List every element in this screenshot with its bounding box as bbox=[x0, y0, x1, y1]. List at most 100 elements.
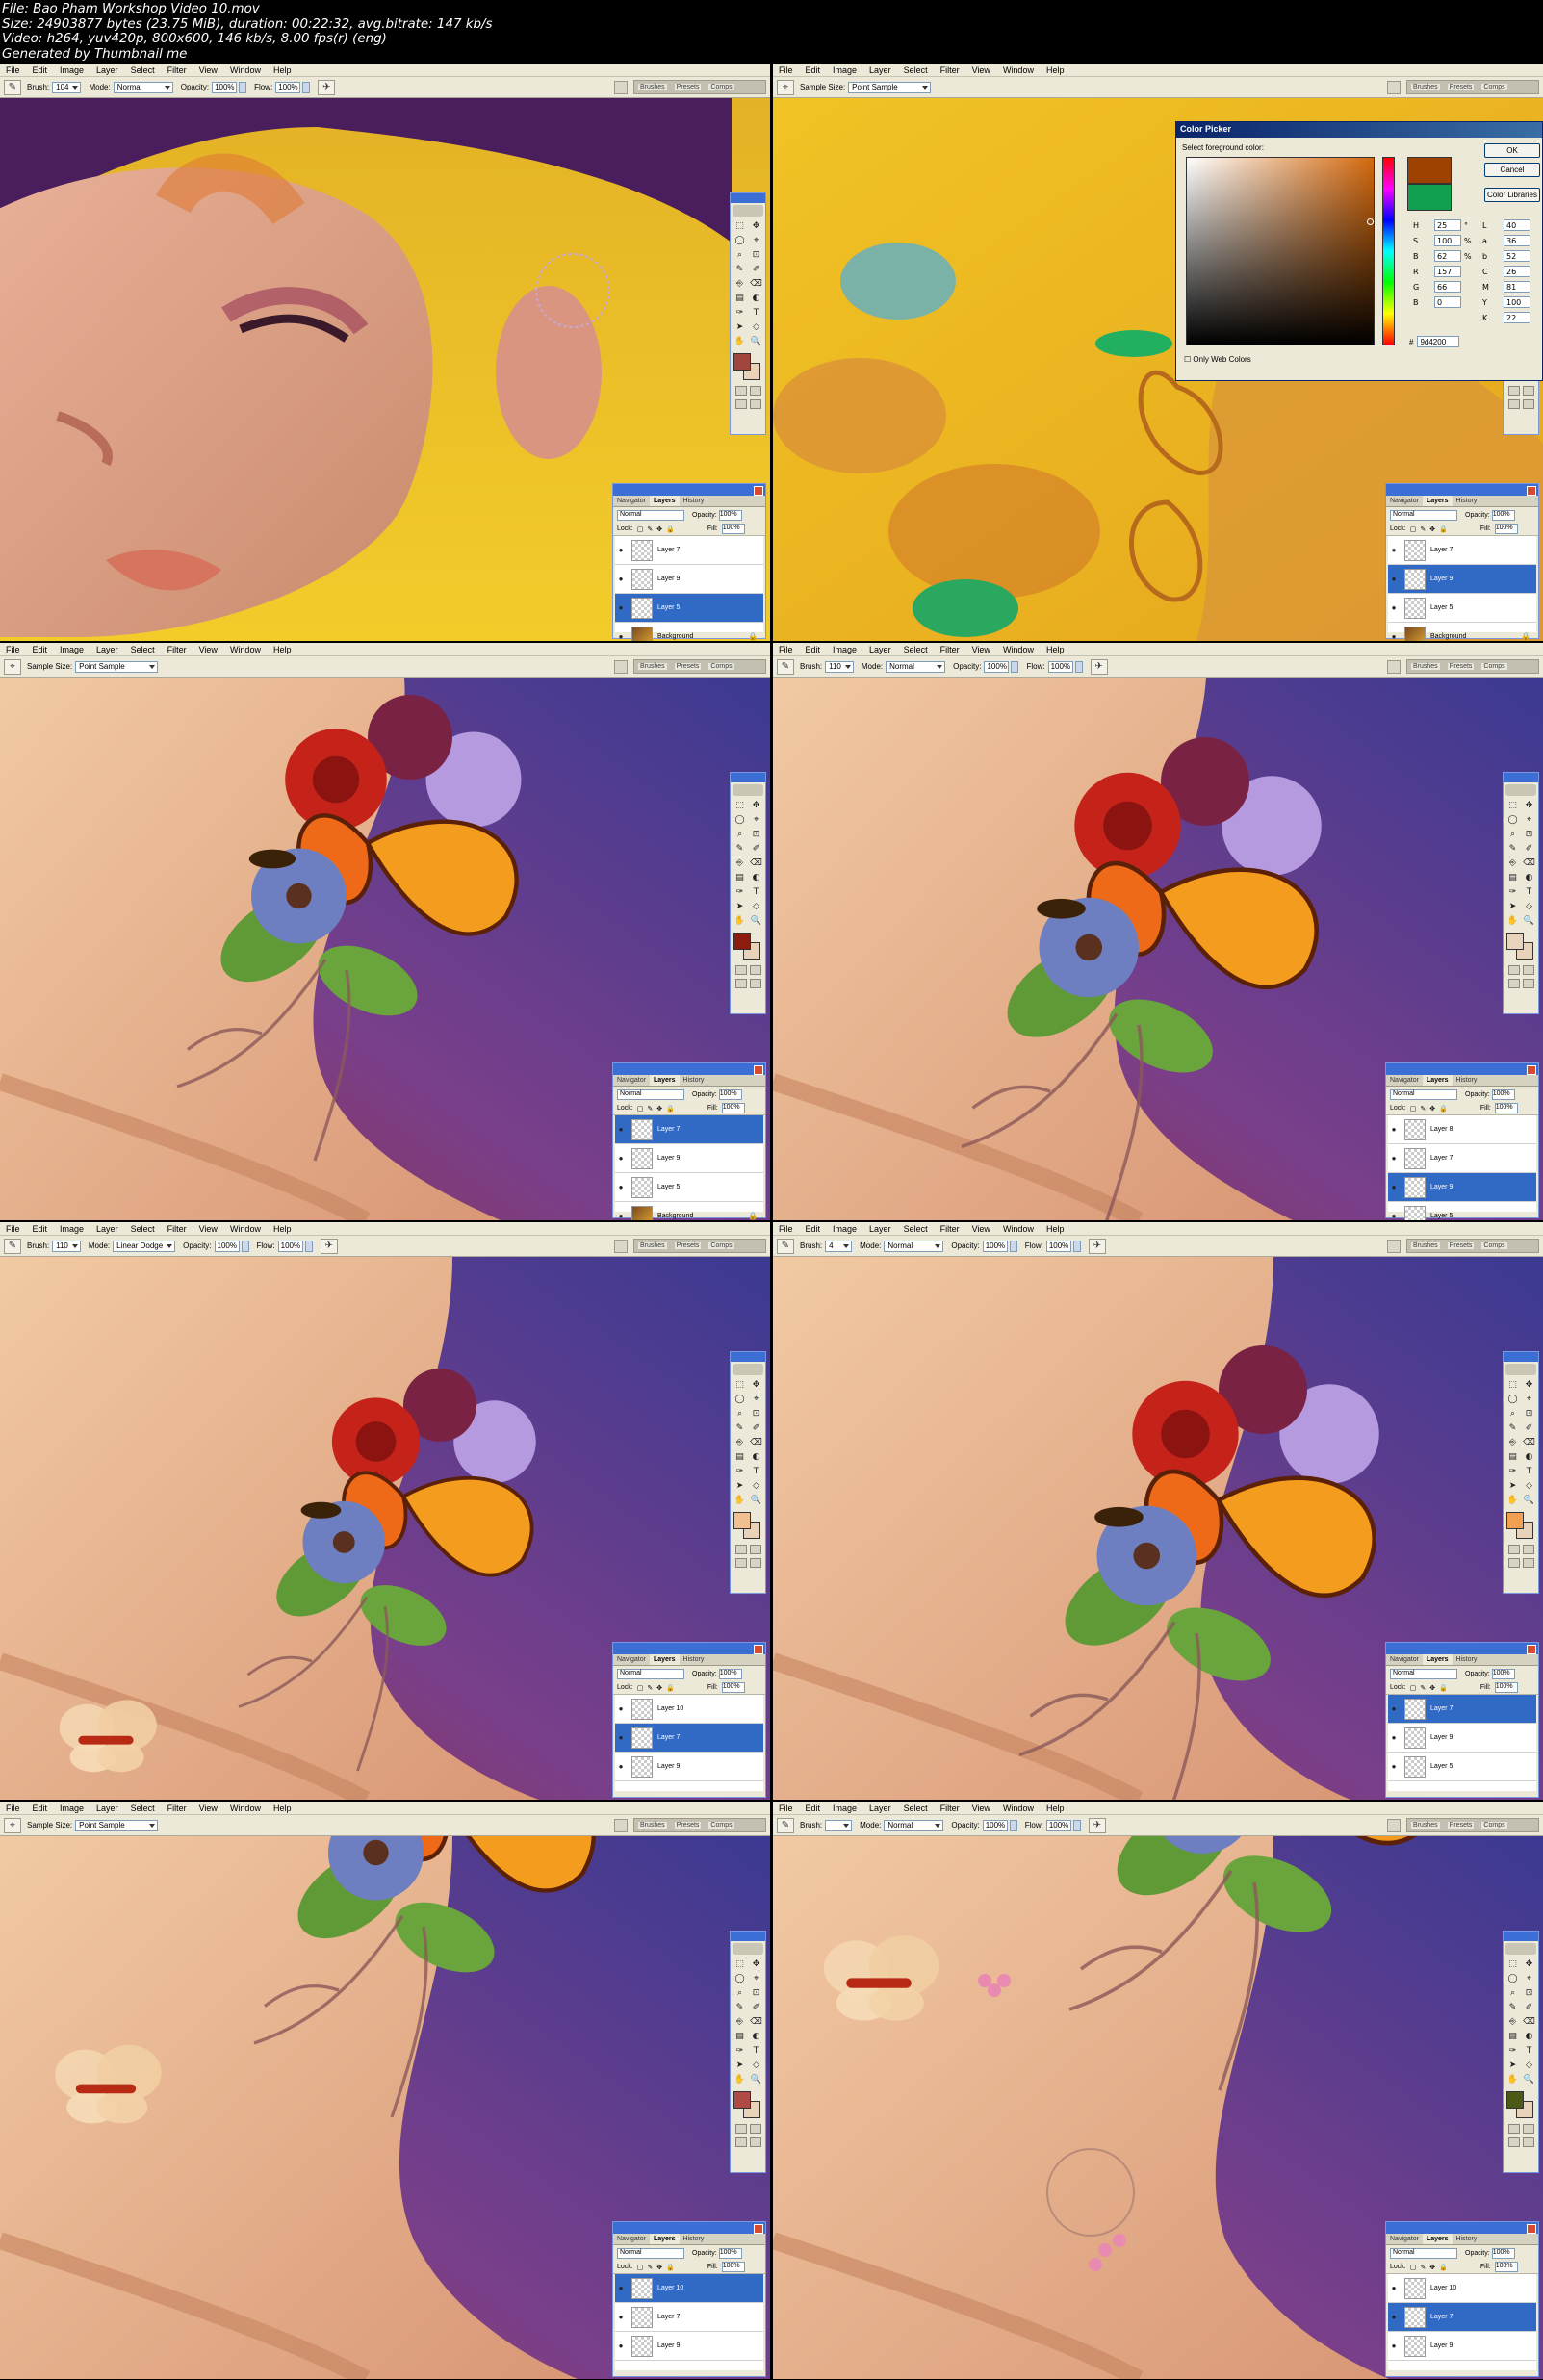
photoshop-logo[interactable] bbox=[1505, 1943, 1536, 1955]
quick-mask-button[interactable] bbox=[1522, 386, 1534, 396]
fill-field[interactable]: 100% bbox=[721, 2262, 745, 2272]
brush-size-picker[interactable]: 104 bbox=[52, 81, 82, 93]
tool-18-icon[interactable]: 🔍 bbox=[749, 1494, 763, 1506]
tab-history[interactable]: History bbox=[680, 1654, 708, 1665]
visibility-eye-icon[interactable]: ● bbox=[1388, 1183, 1400, 1191]
visibility-eye-icon[interactable]: ● bbox=[1388, 1704, 1400, 1713]
tool-16-icon[interactable]: ◇ bbox=[1522, 2059, 1536, 2071]
tab-layers[interactable]: Layers bbox=[1422, 496, 1453, 506]
tool-13-icon[interactable]: ✑ bbox=[733, 885, 747, 898]
tab-history[interactable]: History bbox=[680, 496, 708, 506]
lock-all-icon[interactable]: 🔒 bbox=[666, 525, 675, 533]
palette-well-tab-presets[interactable]: Presets bbox=[674, 1242, 702, 1249]
blue-field[interactable]: 0 bbox=[1434, 296, 1461, 308]
tool-3-icon[interactable]: ◯ bbox=[1505, 1393, 1520, 1405]
tab-layers[interactable]: Layers bbox=[649, 496, 680, 506]
screen-mode-standard-button[interactable] bbox=[1507, 979, 1520, 988]
menu-item-window[interactable]: Window bbox=[1003, 1804, 1034, 1813]
tab-layers[interactable]: Layers bbox=[1422, 1654, 1453, 1665]
screen-mode-full-button[interactable] bbox=[749, 2137, 761, 2147]
layer-row[interactable]: ● Layer 10 bbox=[1388, 2274, 1536, 2303]
menu-item-layer[interactable]: Layer bbox=[96, 1804, 118, 1813]
visibility-eye-icon[interactable]: ● bbox=[1388, 2342, 1400, 2350]
visibility-eye-icon[interactable]: ● bbox=[1388, 1154, 1400, 1163]
layer-opacity-field[interactable]: 100% bbox=[718, 509, 742, 521]
menu-item-select[interactable]: Select bbox=[904, 1224, 928, 1234]
lock-brush-icon[interactable]: ✎ bbox=[647, 1105, 653, 1113]
tool-2-icon[interactable]: ✥ bbox=[1522, 1958, 1536, 1970]
tool-14-icon[interactable]: T bbox=[749, 306, 763, 319]
green-field[interactable]: 66 bbox=[1434, 281, 1461, 293]
tool-9-icon[interactable]: ⎆ bbox=[733, 857, 747, 869]
screen-mode-standard-button[interactable] bbox=[734, 399, 747, 409]
menu-item-filter[interactable]: Filter bbox=[167, 645, 187, 654]
menu-item-image[interactable]: Image bbox=[60, 65, 84, 75]
foreground-color-swatch[interactable] bbox=[1506, 933, 1524, 950]
tools-palette-titlebar[interactable] bbox=[731, 773, 765, 782]
menu-item-layer[interactable]: Layer bbox=[869, 65, 891, 75]
color-field[interactable] bbox=[1186, 157, 1375, 345]
layers-palette-titlebar[interactable] bbox=[613, 2222, 765, 2234]
visibility-eye-icon[interactable]: ● bbox=[615, 2342, 627, 2350]
visibility-eye-icon[interactable]: ● bbox=[1388, 575, 1400, 583]
standard-mode-button[interactable] bbox=[734, 386, 747, 396]
tool-12-icon[interactable]: ◐ bbox=[1522, 1450, 1536, 1463]
layer-row[interactable]: ● Layer 9 bbox=[615, 2332, 763, 2361]
fill-field[interactable]: 100% bbox=[1494, 2262, 1518, 2272]
document-icon[interactable] bbox=[614, 659, 628, 674]
palette-well-tab-brushes[interactable]: Brushes bbox=[638, 1242, 667, 1249]
tool-18-icon[interactable]: 🔍 bbox=[749, 914, 763, 927]
menu-item-filter[interactable]: Filter bbox=[940, 1804, 960, 1813]
screen-mode-standard-button[interactable] bbox=[1507, 2137, 1520, 2147]
brush-size-picker[interactable]: 110 bbox=[825, 660, 854, 673]
layer-row[interactable]: ● Layer 5 bbox=[1388, 594, 1536, 623]
menu-item-image[interactable]: Image bbox=[833, 1224, 857, 1234]
menu-item-help[interactable]: Help bbox=[273, 1224, 292, 1234]
ok-button[interactable]: OK bbox=[1484, 143, 1540, 158]
lock-move-icon[interactable]: ✥ bbox=[1429, 1105, 1435, 1113]
lock-transparency-icon[interactable]: ▢ bbox=[1410, 1105, 1417, 1113]
opacity-slider-button[interactable] bbox=[1009, 1819, 1017, 1831]
menu-item-filter[interactable]: Filter bbox=[940, 65, 960, 75]
menu-item-file[interactable]: File bbox=[6, 65, 20, 75]
blend-mode-select[interactable]: Normal bbox=[1390, 2247, 1457, 2259]
tool-2-icon[interactable]: ✥ bbox=[749, 799, 763, 811]
tool-6-icon[interactable]: ⊡ bbox=[749, 1407, 763, 1420]
screen-mode-full-button[interactable] bbox=[1522, 979, 1534, 988]
quick-mask-button[interactable] bbox=[749, 965, 761, 975]
color-libraries-button[interactable]: Color Libraries bbox=[1484, 188, 1540, 202]
layers-palette-titlebar[interactable] bbox=[613, 1643, 765, 1654]
tool-6-icon[interactable]: ⊡ bbox=[749, 1986, 763, 1999]
tool-10-icon[interactable]: ⌫ bbox=[749, 857, 763, 869]
tool-10-icon[interactable]: ⌫ bbox=[1522, 857, 1536, 869]
foreground-color-swatch[interactable] bbox=[733, 933, 751, 950]
menu-item-edit[interactable]: Edit bbox=[33, 1804, 48, 1813]
menu-item-file[interactable]: File bbox=[6, 1224, 20, 1234]
tool-2-icon[interactable]: ✥ bbox=[749, 1378, 763, 1391]
tool-9-icon[interactable]: ⎆ bbox=[733, 1436, 747, 1448]
tool-11-icon[interactable]: ▤ bbox=[733, 2030, 747, 2042]
palette-well-tab-presets[interactable]: Presets bbox=[1447, 84, 1475, 90]
menu-item-edit[interactable]: Edit bbox=[806, 1804, 821, 1813]
palette-well-tab-presets[interactable]: Presets bbox=[1447, 1242, 1475, 1249]
brush-tool-icon[interactable]: ✎ bbox=[777, 1817, 794, 1833]
tool-6-icon[interactable]: ⊡ bbox=[749, 828, 763, 840]
menu-item-layer[interactable]: Layer bbox=[869, 1224, 891, 1234]
fill-field[interactable]: 100% bbox=[721, 1103, 745, 1113]
tool-9-icon[interactable]: ⎆ bbox=[1505, 2015, 1520, 2028]
tool-1-icon[interactable]: ⬚ bbox=[1505, 1378, 1520, 1391]
tool-5-icon[interactable]: ⌕ bbox=[1505, 1986, 1520, 1999]
tool-4-icon[interactable]: ⌖ bbox=[1522, 1393, 1536, 1405]
palette-well-tab-comps[interactable]: Comps bbox=[1481, 663, 1507, 670]
layer-row[interactable]: ● Layer 7 bbox=[615, 1724, 763, 1753]
tool-18-icon[interactable]: 🔍 bbox=[749, 335, 763, 347]
menu-item-view[interactable]: View bbox=[199, 645, 218, 654]
screen-mode-standard-button[interactable] bbox=[1507, 1558, 1520, 1568]
tab-history[interactable]: History bbox=[680, 2234, 708, 2244]
eyedropper-tool-icon[interactable]: ⌖ bbox=[4, 1817, 21, 1833]
visibility-eye-icon[interactable]: ● bbox=[615, 1154, 627, 1163]
quick-mask-button[interactable] bbox=[1522, 965, 1534, 975]
screen-mode-full-button[interactable] bbox=[1522, 2137, 1534, 2147]
menu-item-layer[interactable]: Layer bbox=[96, 645, 118, 654]
tool-10-icon[interactable]: ⌫ bbox=[749, 1436, 763, 1448]
